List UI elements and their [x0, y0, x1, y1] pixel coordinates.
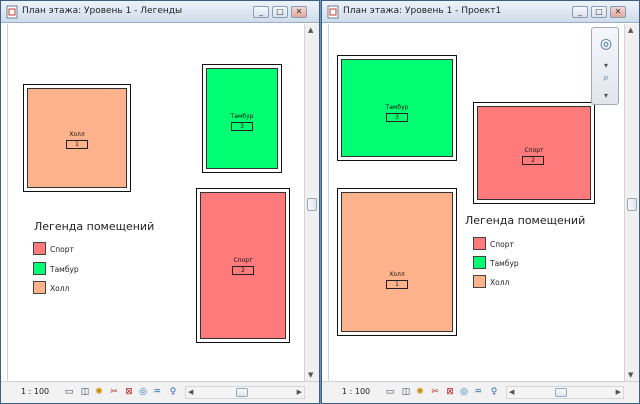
- horizontal-scrollbar[interactable]: ◀ ▶: [506, 386, 624, 399]
- temporary-hide-icon[interactable]: ◎: [137, 386, 149, 398]
- horizontal-scrollbar[interactable]: ◀ ▶: [185, 386, 305, 399]
- room-hall[interactable]: Холл 1: [337, 188, 457, 336]
- room-vestibule[interactable]: Тамбур 3: [202, 64, 282, 173]
- revit-view-icon: [327, 5, 339, 19]
- close-button[interactable]: ✕: [291, 6, 307, 18]
- steering-wheel-icon[interactable]: ◎: [596, 36, 616, 52]
- scroll-thumb[interactable]: [236, 388, 248, 397]
- scroll-right-icon[interactable]: ▶: [616, 388, 621, 396]
- legend-swatch-vestibule: [473, 256, 486, 269]
- room-sport[interactable]: Спорт 2: [196, 188, 290, 343]
- crop-icon[interactable]: ✂: [429, 386, 441, 398]
- room-name: Спорт: [524, 147, 544, 154]
- floor-plan-window-project[interactable]: План этажа: Уровень 1 - Проект1 _ □ ✕ Та…: [321, 0, 640, 404]
- reveal-hidden-icon[interactable]: ♒: [472, 386, 484, 398]
- room-sport[interactable]: Спорт 2: [473, 102, 595, 204]
- legend-swatch-hall: [33, 281, 46, 294]
- legend-swatch-sport: [33, 242, 46, 255]
- sun-path-icon[interactable]: ✺: [93, 386, 105, 398]
- legend-swatch-sport: [473, 237, 486, 250]
- analysis-icon[interactable]: ♀: [167, 386, 179, 398]
- scroll-right-icon[interactable]: ▶: [297, 388, 302, 396]
- legend-swatch-hall: [473, 275, 486, 288]
- crop-icon[interactable]: ✂: [108, 386, 120, 398]
- vertical-scrollbar[interactable]: ▲ ▼: [304, 24, 319, 381]
- legend-swatch-vestibule: [33, 262, 46, 275]
- legend-label: Спорт: [490, 240, 514, 249]
- drawing-canvas[interactable]: Тамбур 3 Спорт 2 Холл 1 Легенда помещени…: [328, 24, 623, 381]
- detail-level-icon[interactable]: ▭: [384, 386, 396, 398]
- minimize-button[interactable]: _: [572, 6, 588, 18]
- detail-level-icon[interactable]: ▭: [63, 386, 75, 398]
- view-scale[interactable]: 1 : 100: [342, 387, 370, 396]
- title-bar[interactable]: План этажа: Уровень 1 - Проект1 _ □ ✕: [322, 1, 639, 23]
- scroll-down-icon[interactable]: ▼: [628, 371, 633, 379]
- legend-label: Холл: [490, 278, 510, 287]
- close-button[interactable]: ✕: [610, 6, 626, 18]
- scroll-thumb[interactable]: [307, 198, 317, 211]
- visual-style-icon[interactable]: ◫: [79, 386, 91, 398]
- room-name: Холл: [69, 131, 85, 138]
- scroll-down-icon[interactable]: ▼: [308, 371, 313, 379]
- scroll-left-icon[interactable]: ◀: [188, 388, 193, 396]
- room-name: Спорт: [233, 257, 253, 264]
- navigation-bar[interactable]: ◎ ▾ ⌕ ▾: [591, 27, 619, 105]
- view-scale[interactable]: 1 : 100: [21, 387, 49, 396]
- restore-button[interactable]: □: [272, 6, 288, 18]
- minimize-button[interactable]: _: [253, 6, 269, 18]
- view-control-bar: 1 : 100 ▭ ◫ ✺ ✂ ⊠ ◎ ♒ ♀ ◀ ▶: [1, 381, 319, 403]
- room-number-tag: 1: [386, 280, 408, 289]
- window-title: План этажа: Уровень 1 - Проект1: [343, 6, 502, 16]
- crop-region-icon[interactable]: ⊠: [123, 386, 135, 398]
- drawing-canvas[interactable]: Холл 1 Тамбур 3 Спорт 2 Легенда помещени…: [7, 24, 303, 381]
- temporary-hide-icon[interactable]: ◎: [458, 386, 470, 398]
- legend-label: Холл: [50, 284, 70, 293]
- room-fill: [27, 88, 127, 188]
- zoom-dropdown-icon[interactable]: ▾: [596, 88, 616, 104]
- crop-region-icon[interactable]: ⊠: [444, 386, 456, 398]
- revit-view-icon: [6, 5, 18, 19]
- room-number-tag: 1: [66, 140, 88, 149]
- room-number-tag: 2: [232, 266, 254, 275]
- scroll-thumb[interactable]: [555, 388, 567, 397]
- floor-plan-window-legends[interactable]: План этажа: Уровень 1 - Легенды _ □ ✕ Хо…: [0, 0, 320, 404]
- room-fill: [341, 192, 453, 332]
- scroll-thumb[interactable]: [627, 198, 637, 211]
- analysis-icon[interactable]: ♀: [488, 386, 500, 398]
- reveal-hidden-icon[interactable]: ♒: [151, 386, 163, 398]
- scroll-up-icon[interactable]: ▲: [628, 26, 633, 34]
- room-hall[interactable]: Холл 1: [23, 84, 131, 192]
- sun-path-icon[interactable]: ✺: [414, 386, 426, 398]
- vertical-scrollbar[interactable]: ▲ ▼: [624, 24, 639, 381]
- room-number-tag: 3: [231, 122, 253, 131]
- room-vestibule[interactable]: Тамбур 3: [337, 55, 457, 161]
- restore-button[interactable]: □: [591, 6, 607, 18]
- scroll-left-icon[interactable]: ◀: [509, 388, 514, 396]
- legend-title: Легенда помещений: [34, 220, 155, 233]
- legend-title: Легенда помещений: [465, 214, 586, 227]
- zoom-icon[interactable]: ⌕: [596, 70, 616, 86]
- scroll-up-icon[interactable]: ▲: [308, 26, 313, 34]
- legend-label: Спорт: [50, 245, 74, 254]
- window-title: План этажа: Уровень 1 - Легенды: [22, 6, 183, 16]
- visual-style-icon[interactable]: ◫: [400, 386, 412, 398]
- legend-label: Тамбур: [50, 265, 79, 274]
- room-name: Тамбур: [230, 113, 254, 120]
- room-number-tag: 2: [522, 156, 544, 165]
- room-number-tag: 3: [386, 113, 408, 122]
- title-bar[interactable]: План этажа: Уровень 1 - Легенды _ □ ✕: [1, 1, 319, 23]
- legend-label: Тамбур: [490, 259, 519, 268]
- room-name: Тамбур: [385, 104, 409, 111]
- room-name: Холл: [389, 271, 405, 278]
- view-control-bar: 1 : 100 ▭ ◫ ✺ ✂ ⊠ ◎ ♒ ♀ ◀ ▶: [322, 381, 639, 403]
